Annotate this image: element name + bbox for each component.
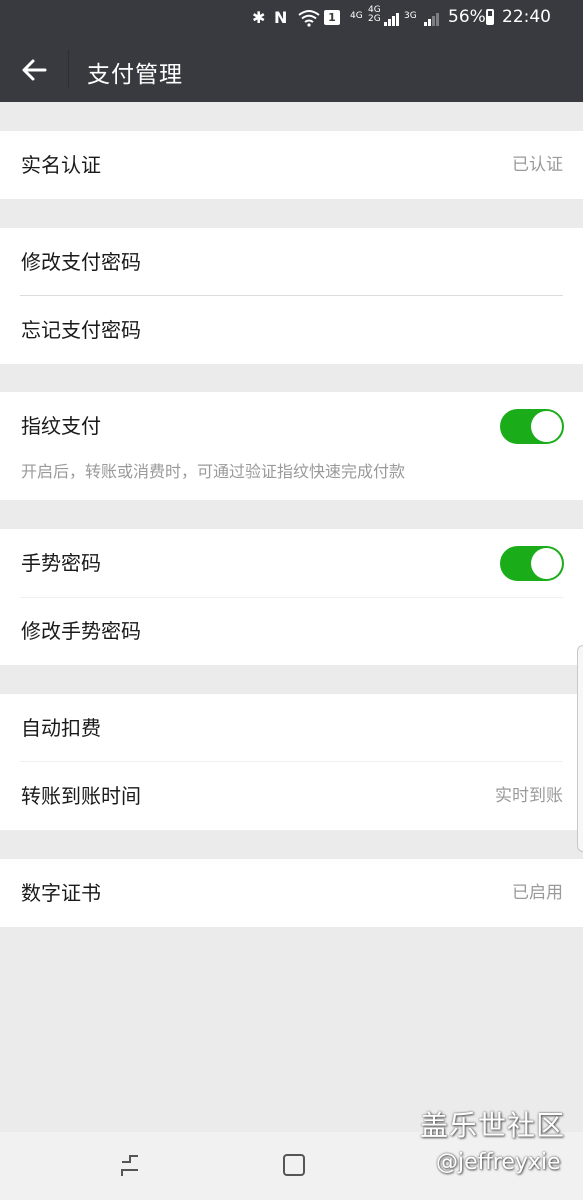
auto-deduction-group: 自动扣费 转账到账时间 实时到账 [0,694,583,830]
gesture-password-row: 手势密码 [0,529,583,597]
auto-deduction-row[interactable]: 自动扣费 [0,694,583,762]
back-arrow-icon[interactable] [18,54,50,86]
watermark-text: 盖乐世社区 [420,1109,566,1142]
fingerprint-pay-toggle[interactable] [500,409,564,444]
auto-deduction-label: 自动扣费 [21,716,101,740]
signal-icon-sim2 [424,10,442,26]
digital-certificate-label: 数字证书 [21,881,101,905]
battery-percent: 56% [448,7,486,27]
clock: 22:40 [502,7,551,27]
recent-apps-icon[interactable] [116,1152,144,1180]
page-title: 支付管理 [87,62,183,88]
gesture-password-toggle[interactable] [500,546,564,581]
watermark-handle: @jeffreyxie [436,1150,561,1175]
forgot-payment-password-label: 忘记支付密码 [21,318,141,342]
transfer-arrival-time-label: 转账到账时间 [21,784,141,808]
wifi-icon [298,10,320,27]
network-type-4g: 4G [350,11,363,21]
battery-icon [486,9,494,25]
edge-panel-handle[interactable] [577,645,583,852]
home-icon[interactable] [281,1152,307,1178]
sim-slot-icon: 1 [324,10,340,25]
gesture-password-label: 手势密码 [21,551,101,575]
network-type-4g-2g: 4G 2G [368,5,381,24]
network-type-3g: 3G [404,11,417,21]
app-bar: 支付管理 [0,36,583,102]
fingerprint-group: 指纹支付 开启后，转账或消费时，可通过验证指纹快速完成付款 [0,392,583,500]
fingerprint-pay-label: 指纹支付 [21,414,101,438]
real-name-auth-status: 已认证 [512,155,563,175]
transfer-arrival-time-row[interactable]: 转账到账时间 实时到账 [0,762,583,830]
real-name-auth-label: 实名认证 [21,153,101,177]
header-divider [68,50,69,88]
digital-certificate-row[interactable]: 数字证书 已启用 [0,859,583,927]
payment-password-group: 修改支付密码 忘记支付密码 [0,228,583,364]
forgot-payment-password-row[interactable]: 忘记支付密码 [0,296,583,364]
change-payment-password-label: 修改支付密码 [21,250,141,274]
bluetooth-icon: ✱ [252,8,266,27]
signal-icon-sim1 [384,10,402,26]
digital-certificate-status: 已启用 [512,883,563,903]
nfc-icon: N [274,8,288,27]
fingerprint-pay-row: 指纹支付 [0,392,583,460]
real-name-auth-row[interactable]: 实名认证 已认证 [0,131,583,199]
fingerprint-pay-description: 开启后，转账或消费时，可通过验证指纹快速完成付款 [21,462,406,481]
status-bar: ✱ N 1 4G 4G 2G 3G 56% 22:40 [0,0,583,36]
change-gesture-password-row[interactable]: 修改手势密码 [0,597,583,665]
change-gesture-password-label: 修改手势密码 [21,619,141,643]
certificate-group: 数字证书 已启用 [0,859,583,927]
identity-group: 实名认证 已认证 [0,131,583,199]
gesture-password-group: 手势密码 修改手势密码 [0,529,583,665]
change-payment-password-row[interactable]: 修改支付密码 [0,228,583,296]
transfer-arrival-time-value: 实时到账 [495,786,563,806]
